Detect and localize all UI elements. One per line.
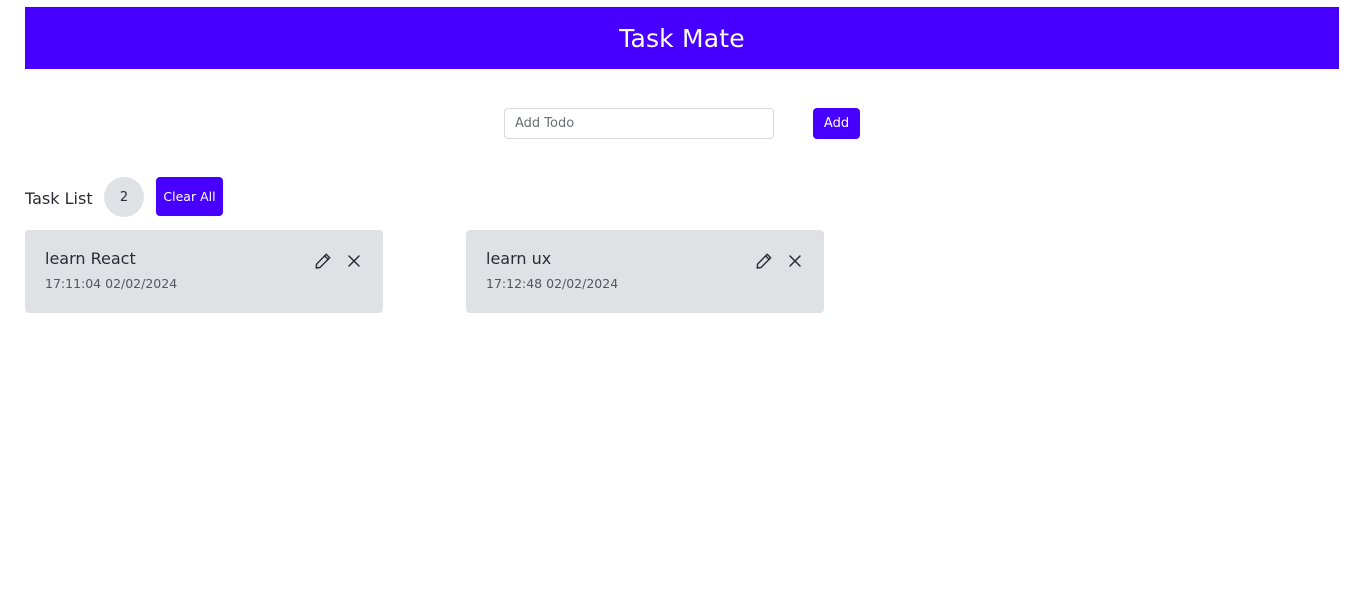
- task-card: learn ux 17:12:48 02/02/2024: [466, 230, 824, 313]
- task-count-badge: 2: [104, 177, 144, 217]
- app-title: Task Mate: [619, 23, 745, 53]
- task-timestamp: 17:12:48 02/02/2024: [486, 276, 619, 291]
- pencil-icon: [314, 252, 332, 270]
- add-todo-input[interactable]: [504, 108, 774, 139]
- task-card: learn React 17:11:04 02/02/2024: [25, 230, 383, 313]
- task-list-title: Task List: [25, 189, 93, 208]
- task-title: learn ux: [486, 249, 552, 268]
- clear-all-button[interactable]: Clear All: [156, 177, 223, 216]
- delete-task-button[interactable]: [785, 251, 805, 271]
- pencil-icon: [755, 252, 773, 270]
- close-icon: [347, 254, 361, 268]
- delete-task-button[interactable]: [344, 251, 364, 271]
- edit-task-button[interactable]: [313, 251, 333, 271]
- add-button[interactable]: Add: [813, 108, 860, 139]
- task-timestamp: 17:11:04 02/02/2024: [45, 276, 178, 291]
- task-title: learn React: [45, 249, 136, 268]
- app-header: Task Mate: [25, 7, 1339, 69]
- close-icon: [788, 254, 802, 268]
- edit-task-button[interactable]: [754, 251, 774, 271]
